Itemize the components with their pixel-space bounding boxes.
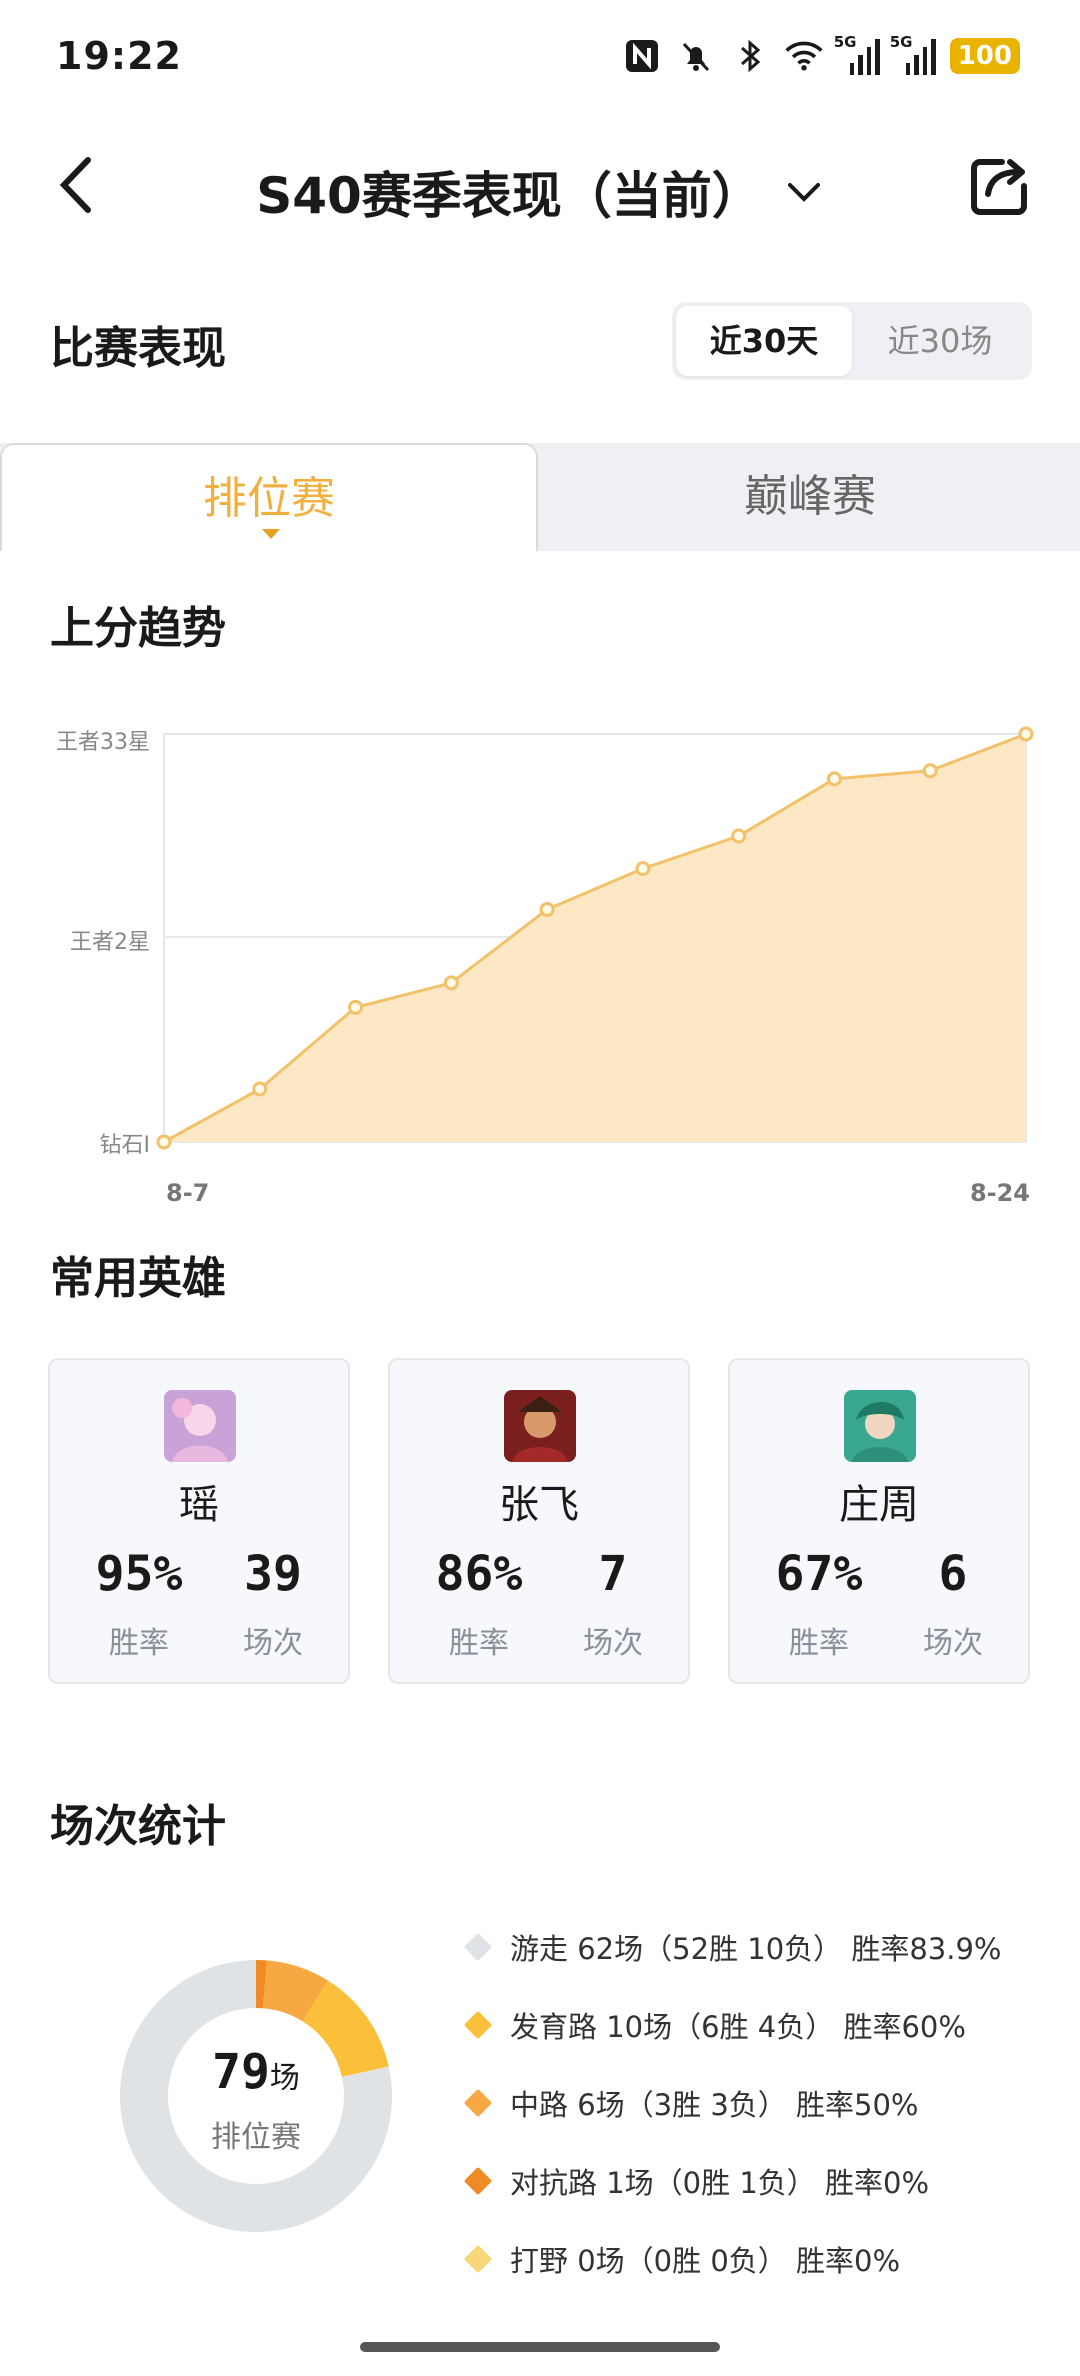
trend-point bbox=[443, 975, 459, 991]
legend-text: 打野 0场（0胜 0负） 胜率0% bbox=[510, 2244, 901, 2278]
legend-diamond-icon bbox=[463, 2088, 493, 2118]
legend-item: 中路 6场（3胜 3负） 胜率50% bbox=[463, 2064, 1002, 2142]
legend-diamond-icon bbox=[463, 2166, 493, 2196]
hero-name: 瑶 bbox=[179, 1482, 219, 1528]
hero-name: 张飞 bbox=[499, 1482, 579, 1528]
wifi-icon bbox=[784, 36, 824, 76]
legend-item: 游走 62场（52胜 10负） 胜率83.9% bbox=[463, 1908, 1002, 1986]
tab-ranked[interactable]: 排位赛 bbox=[0, 443, 538, 551]
nfc-icon bbox=[622, 36, 662, 76]
legend-diamond-icon bbox=[463, 1932, 493, 1962]
hero-games: 6 bbox=[938, 1546, 968, 1602]
active-tab-indicator-icon bbox=[262, 529, 280, 539]
legend-item: 发育路 10场（6胜 4负） 胜率60% bbox=[463, 1986, 1002, 2064]
total-games-unit: 场 bbox=[269, 2061, 300, 2096]
lane-legend: 游走 62场（52胜 10负） 胜率83.9% 发育路 10场（6胜 4负） 胜… bbox=[463, 1908, 1002, 2298]
chevron-down-icon bbox=[787, 183, 820, 202]
match-stats-title: 场次统计 bbox=[50, 1801, 226, 1852]
trend-point bbox=[826, 771, 842, 787]
hero-games: 7 bbox=[598, 1546, 628, 1602]
win-rate-label: 胜率 bbox=[789, 1626, 849, 1661]
legend-text: 发育路 10场（6胜 4负） 胜率60% bbox=[510, 2010, 966, 2044]
games-label: 场次 bbox=[243, 1626, 303, 1661]
legend-item: 对抗路 1场（0胜 1负） 胜率0% bbox=[463, 2142, 1002, 2220]
hero-card[interactable]: 张飞 86% 7 胜率 场次 bbox=[388, 1358, 690, 1684]
trend-point bbox=[539, 901, 555, 917]
trend-point bbox=[731, 828, 747, 844]
hero-card[interactable]: 庄周 67% 6 胜率 场次 bbox=[728, 1358, 1030, 1684]
trend-point bbox=[1018, 726, 1034, 742]
x-tick-label: 8-24 bbox=[970, 1179, 1030, 1207]
legend-text: 游走 62场（52胜 10负） 胜率83.9% bbox=[510, 1932, 1002, 1966]
signal-5g-icon: 5G bbox=[834, 33, 880, 75]
win-rate-label: 胜率 bbox=[449, 1626, 509, 1661]
trend-chart: 王者33星 王者2星 钻石I 8-7 8-24 bbox=[56, 726, 1034, 1207]
trend-point bbox=[252, 1081, 268, 1097]
donut-mode-label: 排位赛 bbox=[211, 2120, 301, 2155]
hero-avatar bbox=[504, 1390, 576, 1462]
y-tick-label: 王者2星 bbox=[70, 930, 150, 955]
total-games: 79场 bbox=[96, 2044, 416, 2100]
battery-indicator: 100 bbox=[949, 38, 1020, 74]
trend-point bbox=[635, 861, 651, 877]
mute-bell-icon bbox=[676, 36, 716, 76]
games-label: 场次 bbox=[923, 1626, 983, 1661]
total-games-value: 79 bbox=[212, 2044, 270, 2100]
season-selector[interactable]: S40赛季表现（当前） bbox=[0, 156, 1080, 228]
legend-text: 对抗路 1场（0胜 1负） 胜率0% bbox=[510, 2166, 930, 2200]
hero-win-rate: 86% bbox=[435, 1546, 523, 1602]
filter-30-games[interactable]: 近30场 bbox=[852, 306, 1028, 376]
share-icon bbox=[971, 159, 1027, 215]
bluetooth-icon bbox=[730, 36, 770, 76]
hero-name: 庄周 bbox=[839, 1482, 919, 1528]
hero-card[interactable]: 瑶 95% 39 胜率 场次 bbox=[48, 1358, 350, 1684]
signal-5g-icon: 5G bbox=[890, 33, 936, 75]
share-button[interactable] bbox=[966, 154, 1032, 220]
legend-item: 打野 0场（0胜 0负） 胜率0% bbox=[463, 2220, 1002, 2298]
hero-avatar bbox=[164, 1390, 236, 1462]
hero-avatar bbox=[844, 1390, 916, 1462]
x-tick-label: 8-7 bbox=[166, 1179, 209, 1207]
trend-point bbox=[348, 999, 364, 1015]
status-icons: 5G 5G 100 bbox=[622, 33, 1020, 76]
y-tick-label: 钻石I bbox=[100, 1133, 151, 1158]
win-rate-label: 胜率 bbox=[109, 1626, 169, 1661]
trend-point bbox=[922, 763, 938, 779]
trend-title: 上分趋势 bbox=[50, 603, 226, 654]
hero-win-rate: 67% bbox=[775, 1546, 863, 1602]
hero-win-rate: 95% bbox=[95, 1546, 183, 1602]
y-tick-label: 王者33星 bbox=[56, 730, 150, 755]
games-label: 场次 bbox=[583, 1626, 643, 1661]
trend-point bbox=[156, 1134, 172, 1150]
time-filter: 近30天 近30场 bbox=[672, 302, 1032, 380]
hero-games: 39 bbox=[244, 1546, 302, 1602]
performance-title: 比赛表现 bbox=[50, 323, 226, 374]
home-indicator[interactable] bbox=[360, 2342, 720, 2352]
tab-peak[interactable]: 巅峰赛 bbox=[540, 443, 1080, 551]
legend-text: 中路 6场（3胜 3负） 胜率50% bbox=[510, 2088, 919, 2122]
status-time: 19:22 bbox=[56, 34, 182, 78]
heroes-title: 常用英雄 bbox=[50, 1253, 226, 1304]
page-title: S40赛季表现（当前） bbox=[256, 167, 762, 225]
filter-30-days[interactable]: 近30天 bbox=[676, 306, 852, 376]
legend-diamond-icon bbox=[463, 2244, 493, 2274]
legend-diamond-icon bbox=[463, 2010, 493, 2040]
